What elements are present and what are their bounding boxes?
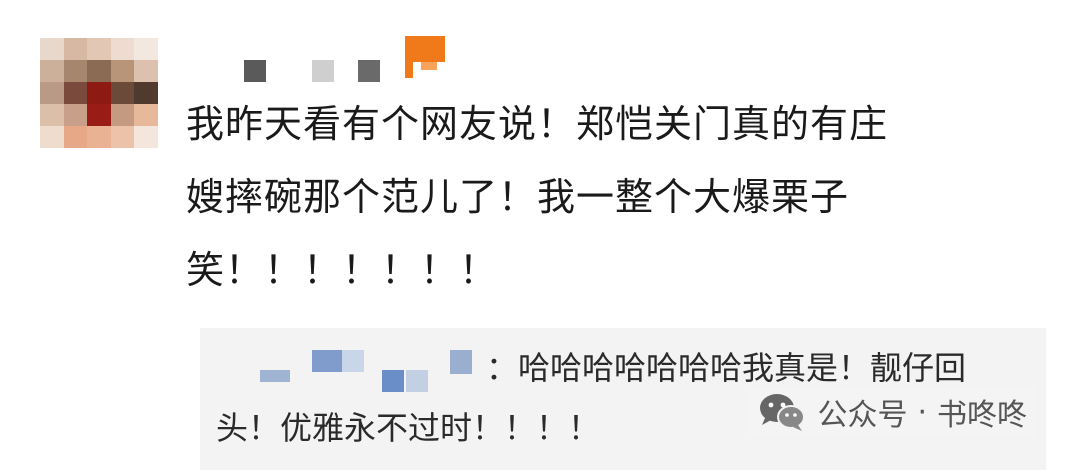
wechat-icon bbox=[760, 394, 806, 431]
comment-line: 嫂摔碗那个范儿了！我一整个大爆栗子 bbox=[186, 175, 850, 219]
reply-name-colon: ： bbox=[486, 349, 519, 387]
orange-badge-icon bbox=[405, 36, 445, 78]
watermark-separator: · bbox=[917, 394, 927, 430]
comment-body: 我昨天看有个网友说！郑恺关门真的有庄 嫂摔碗那个范儿了！我一整个大爆栗子 笑！！… bbox=[186, 88, 986, 307]
watermark: 公众号 · 书咚咚 bbox=[749, 386, 1035, 438]
watermark-label: 公众号 bbox=[817, 398, 908, 433]
watermark-account: 书咚咚 bbox=[937, 398, 1027, 433]
avatar[interactable] bbox=[40, 38, 158, 148]
comment-line: 我昨天看有个网友说！郑恺关门真的有庄 bbox=[186, 102, 889, 146]
reply-line: 哈哈哈哈哈哈哈我真是！靓仔回 bbox=[518, 349, 967, 387]
comment-line: 笑！！！！！！！ bbox=[186, 248, 499, 292]
